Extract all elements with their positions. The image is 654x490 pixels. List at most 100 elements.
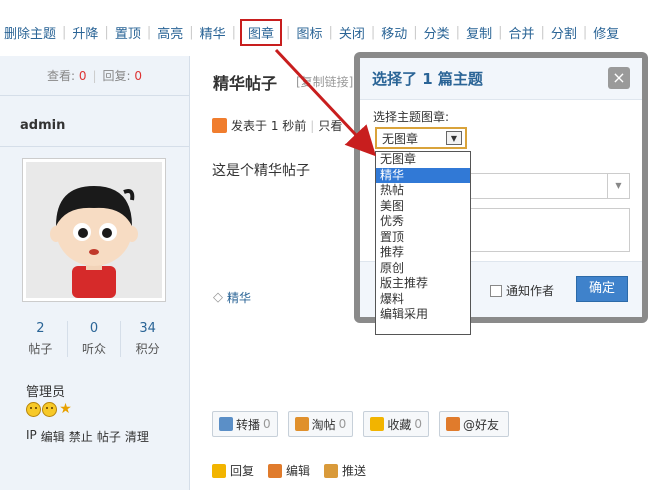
chevron-down-icon[interactable]: ▼ bbox=[607, 174, 629, 198]
post-bottom-links: 回复 编辑 推送 bbox=[212, 462, 366, 479]
confirm-button[interactable]: 确定 bbox=[576, 276, 628, 302]
post-body: 这是个精华帖子 bbox=[212, 163, 310, 179]
author-sidebar: 查看: 0 | 回复: 0 admin 2 帖子 0 听众 34 积分 管理员 … bbox=[0, 56, 190, 490]
toolbar-item[interactable]: 复制 bbox=[462, 23, 496, 42]
stat-value[interactable]: 2 bbox=[14, 321, 67, 336]
notify-label: 通知作者 bbox=[506, 284, 555, 298]
toolbar-separator: | bbox=[413, 24, 418, 40]
toolbar-item[interactable]: 精华 bbox=[196, 23, 230, 42]
thread-stats: 查看: 0 | 回复: 0 bbox=[0, 56, 189, 96]
admin-link[interactable]: 清理 bbox=[125, 428, 149, 445]
toolbar-item[interactable]: 删除主题 bbox=[0, 23, 60, 42]
user-online-icon bbox=[212, 118, 227, 133]
admin-link[interactable]: 编辑 bbox=[41, 428, 65, 445]
toolbar-item[interactable]: 分割 bbox=[547, 23, 581, 42]
medal-row: ★ bbox=[26, 402, 73, 417]
toolbar-separator: | bbox=[104, 24, 109, 40]
post-title: 精华帖子 bbox=[213, 74, 278, 93]
action-count: 0 bbox=[263, 417, 271, 431]
bottom-link[interactable]: 编辑 bbox=[268, 462, 310, 479]
toolbar-item[interactable]: 修复 bbox=[589, 23, 623, 42]
chevron-down-icon[interactable]: ▼ bbox=[446, 131, 462, 145]
stamp-dropdown-list: 无图章 精华 热帖 美图 优秀 置顶 推荐 原创 版主推荐 爆料 编辑采用 bbox=[375, 151, 471, 335]
post-actions: 转播 0 淘帖 0 收藏 0 @好友 bbox=[212, 411, 509, 437]
author-username[interactable]: admin bbox=[20, 118, 65, 133]
replies-label: 回复: bbox=[102, 69, 131, 83]
avatar[interactable] bbox=[22, 158, 166, 302]
action-button[interactable]: @好友 bbox=[438, 411, 509, 437]
stamp-option[interactable]: 无图章 bbox=[376, 152, 470, 168]
dialog-header: 选择了 1 篇主题 × bbox=[360, 58, 642, 100]
notify-author[interactable]: 通知作者 bbox=[490, 282, 554, 299]
stat-0[interactable]: 2 帖子 bbox=[14, 321, 68, 357]
icon-select[interactable]: ▼ bbox=[460, 173, 630, 199]
stamp-option[interactable]: 美图 bbox=[376, 199, 470, 215]
favorite-star-icon bbox=[370, 417, 385, 431]
reason-textarea[interactable] bbox=[460, 208, 630, 252]
stamp-option[interactable]: 原创 bbox=[376, 261, 470, 277]
action-count: 0 bbox=[338, 417, 347, 431]
dialog-title: 选择了 1 篇主题 bbox=[372, 70, 483, 88]
friends-icon bbox=[445, 417, 460, 431]
toolbar-item[interactable]: 合并 bbox=[504, 23, 538, 42]
stamp-option[interactable]: 热帖 bbox=[376, 183, 470, 199]
toolbar-separator: | bbox=[62, 24, 67, 40]
stamp-option[interactable]: 爆料 bbox=[376, 292, 470, 308]
toolbar-item[interactable]: 图章 bbox=[240, 18, 283, 46]
share-icon bbox=[219, 417, 233, 431]
toolbar-item[interactable]: 高亮 bbox=[153, 23, 187, 42]
admin-link[interactable]: IP bbox=[26, 428, 37, 445]
action-button[interactable]: 收藏 0 bbox=[363, 411, 429, 437]
stat-1[interactable]: 0 听众 bbox=[68, 321, 122, 357]
moderation-toolbar: 删除主题 | 升降 | 置顶 | 高亮 | 精华 | 图章 | 图标 | 关闭 | 移动 | 分类 | 复制 | 合并 | 分割… bbox=[0, 16, 654, 48]
action-count: 0 bbox=[414, 417, 422, 431]
only-author-link[interactable]: 只看 bbox=[318, 117, 342, 134]
stat-value[interactable]: 0 bbox=[68, 321, 121, 336]
toolbar-item[interactable]: 移动 bbox=[377, 23, 411, 42]
bottom-link-label: 推送 bbox=[342, 464, 367, 478]
star-icon: ★ bbox=[59, 401, 72, 417]
stamp-option[interactable]: 优秀 bbox=[376, 214, 470, 230]
tag-icon: ◇ bbox=[213, 290, 223, 305]
toolbar-separator: | bbox=[498, 24, 503, 40]
replies-count: 0 bbox=[134, 68, 143, 83]
stat-value[interactable]: 34 bbox=[121, 321, 174, 336]
toolbar-item[interactable]: 分类 bbox=[420, 23, 454, 42]
stamp-option[interactable]: 推荐 bbox=[376, 245, 470, 261]
bottom-link[interactable]: 推送 bbox=[324, 462, 366, 479]
action-button[interactable]: 淘帖 0 bbox=[287, 411, 354, 437]
smiley-icon bbox=[42, 402, 57, 417]
stamp-select-value: 无图章 bbox=[382, 131, 419, 146]
pencil-icon bbox=[268, 463, 283, 478]
user-role: 管理员 bbox=[26, 385, 66, 400]
toolbar-item[interactable]: 置顶 bbox=[111, 23, 145, 42]
stamp-select[interactable]: 无图章 ▼ bbox=[375, 127, 467, 149]
stamp-option[interactable]: 精华 bbox=[376, 167, 470, 183]
tag-label[interactable]: 精华 bbox=[227, 289, 251, 306]
views-label: 查看: bbox=[46, 69, 75, 83]
stat-2[interactable]: 34 积分 bbox=[121, 321, 174, 357]
toolbar-item[interactable]: 关闭 bbox=[335, 23, 369, 42]
close-icon[interactable]: × bbox=[608, 67, 630, 89]
bottom-link-label: 回复 bbox=[230, 464, 255, 478]
admin-links: IP 编辑 禁止 帖子 清理 bbox=[26, 428, 149, 445]
toolbar-separator: | bbox=[189, 24, 194, 40]
action-button[interactable]: 转播 0 bbox=[212, 411, 278, 437]
stamp-option[interactable]: 版主推荐 bbox=[376, 276, 470, 292]
copy-link[interactable]: [复制链接] bbox=[296, 73, 353, 90]
toolbar-separator: | bbox=[582, 24, 588, 40]
push-icon bbox=[324, 463, 339, 478]
admin-link[interactable]: 禁止 bbox=[69, 428, 93, 445]
bottom-link[interactable]: 回复 bbox=[212, 462, 254, 479]
toolbar-item[interactable]: 图标 bbox=[292, 23, 326, 42]
action-label: 收藏 bbox=[387, 417, 412, 432]
smiley-icon bbox=[26, 402, 41, 417]
action-label: @好友 bbox=[462, 417, 499, 432]
stat-label: 听众 bbox=[82, 342, 107, 356]
notify-checkbox[interactable] bbox=[490, 284, 502, 297]
stamp-option[interactable]: 编辑采用 bbox=[376, 307, 470, 323]
toolbar-item[interactable]: 升降 bbox=[68, 23, 102, 42]
admin-link[interactable]: 帖子 bbox=[97, 428, 121, 445]
stamp-option[interactable]: 置顶 bbox=[376, 230, 470, 246]
post-tag[interactable]: ◇ 精华 bbox=[213, 289, 251, 306]
